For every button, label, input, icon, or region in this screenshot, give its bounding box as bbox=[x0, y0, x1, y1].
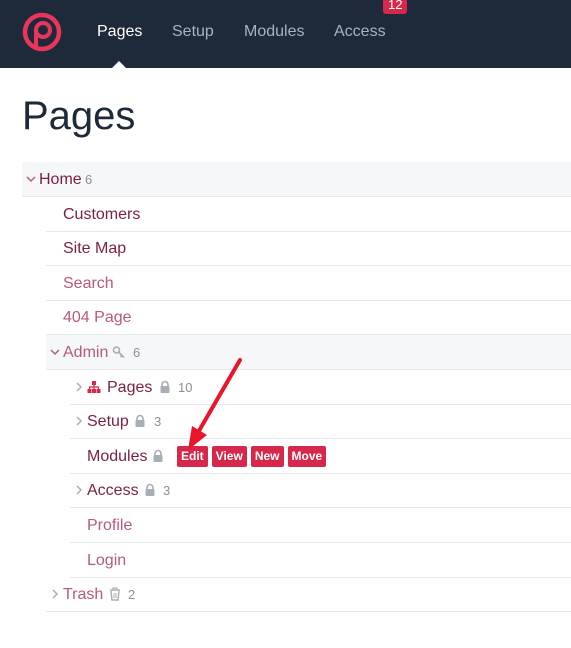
chevron-down-icon[interactable] bbox=[25, 172, 37, 186]
chevron-right-icon[interactable] bbox=[73, 414, 85, 428]
tree-row-customers[interactable]: Customers bbox=[46, 197, 571, 232]
tree-label-admin[interactable]: Admin bbox=[63, 343, 108, 362]
view-button[interactable]: View bbox=[211, 446, 247, 467]
tree-row-login[interactable]: Login bbox=[70, 543, 571, 578]
tree-label-customers[interactable]: Customers bbox=[63, 205, 140, 224]
nav-item-setup[interactable]: Setup bbox=[172, 22, 214, 42]
chevron-right-icon[interactable] bbox=[73, 380, 85, 394]
tree-label-site-map[interactable]: Site Map bbox=[63, 239, 126, 258]
tree-label-setup[interactable]: Setup bbox=[87, 412, 129, 431]
tree-row-modules[interactable]: Modules Edit View New Move bbox=[70, 439, 571, 474]
tree-label-home[interactable]: Home bbox=[39, 170, 82, 189]
child-count: 10 bbox=[178, 380, 193, 395]
active-nav-caret bbox=[112, 61, 126, 68]
tree-row-404-page[interactable]: 404 Page bbox=[46, 300, 571, 335]
child-count: 3 bbox=[154, 414, 162, 429]
tree-row-profile[interactable]: Profile bbox=[70, 508, 571, 543]
edit-button[interactable]: Edit bbox=[177, 446, 208, 467]
tree-row-search[interactable]: Search bbox=[46, 266, 571, 301]
tree-label-pages[interactable]: Pages bbox=[107, 378, 152, 397]
chevron-right-icon[interactable] bbox=[73, 483, 85, 497]
chevron-right-icon[interactable] bbox=[49, 587, 61, 601]
tree-row-admin-pages[interactable]: Pages 10 bbox=[70, 370, 571, 405]
trash-icon bbox=[110, 587, 120, 601]
nav-item-modules[interactable]: Modules bbox=[244, 22, 304, 42]
tree-row-site-map[interactable]: Site Map bbox=[46, 231, 571, 266]
tree-label-access[interactable]: Access bbox=[87, 481, 139, 500]
access-count-badge: 12 bbox=[383, 0, 408, 14]
tree-row-setup[interactable]: Setup 3 bbox=[70, 404, 571, 439]
tree-label-login[interactable]: Login bbox=[87, 551, 126, 570]
child-count: 6 bbox=[133, 345, 141, 360]
lock-icon bbox=[135, 414, 145, 427]
chevron-down-icon[interactable] bbox=[49, 345, 61, 359]
key-icon bbox=[112, 346, 125, 359]
move-button[interactable]: Move bbox=[287, 446, 327, 467]
nav-item-pages[interactable]: Pages bbox=[97, 22, 142, 42]
tree-row-admin[interactable]: Admin 6 bbox=[46, 335, 571, 370]
tree-label-404-page[interactable]: 404 Page bbox=[63, 308, 132, 327]
lock-icon bbox=[145, 483, 155, 496]
sitemap-icon bbox=[87, 381, 101, 393]
lock-icon bbox=[160, 380, 170, 393]
page-title: Pages bbox=[22, 94, 136, 138]
tree-row-trash[interactable]: Trash 2 bbox=[46, 577, 571, 612]
lock-icon bbox=[153, 449, 163, 462]
tree-row-home[interactable]: Home 6 bbox=[22, 162, 571, 197]
tree-label-modules[interactable]: Modules bbox=[87, 447, 147, 466]
page-actions: Edit View New Move bbox=[177, 446, 327, 467]
tree-row-access[interactable]: Access 3 bbox=[70, 473, 571, 508]
child-count: 3 bbox=[163, 483, 171, 498]
nav-item-access[interactable]: Access bbox=[334, 22, 386, 42]
logo-icon[interactable] bbox=[22, 12, 64, 52]
new-button[interactable]: New bbox=[250, 446, 284, 467]
tree-label-trash[interactable]: Trash bbox=[63, 585, 103, 604]
tree-label-profile[interactable]: Profile bbox=[87, 516, 132, 535]
child-count: 2 bbox=[128, 587, 136, 602]
tree-label-search[interactable]: Search bbox=[63, 274, 114, 293]
child-count: 6 bbox=[85, 172, 93, 187]
top-navbar: Pages Setup Modules Access 12 bbox=[0, 0, 571, 68]
